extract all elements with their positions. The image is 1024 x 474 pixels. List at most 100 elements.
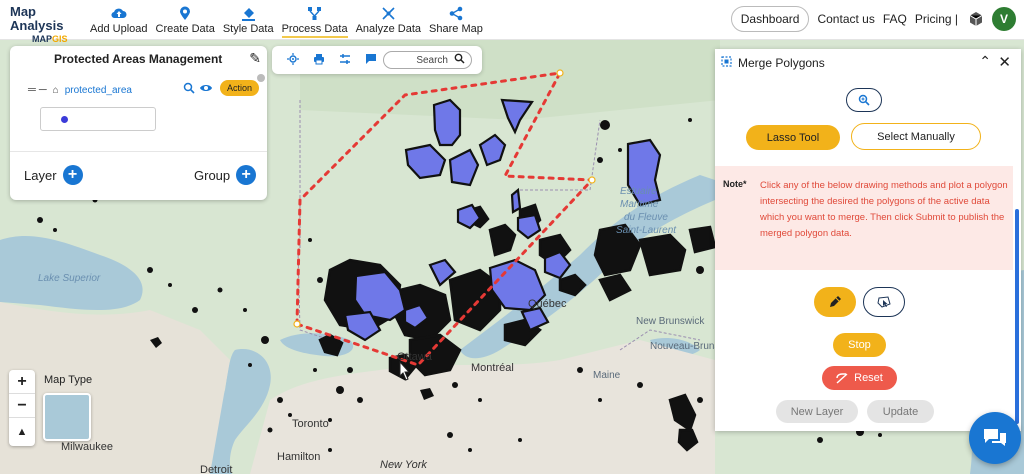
search-label: Search [416, 54, 448, 66]
label-saint-laurent: Saint-Laurent [616, 225, 677, 236]
note-box: Note* Click any of the below drawing met… [715, 166, 1013, 270]
merge-panel-header: Merge Polygons [721, 56, 825, 70]
logo-sub-suffix: GIS [52, 34, 68, 44]
reset-label: Reset [854, 372, 883, 384]
label-ottawa: Ottawa [397, 351, 432, 363]
label-new-brunswick: New Brunswick [636, 316, 705, 327]
target-icon[interactable] [280, 52, 306, 68]
nav-add-upload[interactable]: Add Upload [86, 4, 152, 38]
label-toronto: Toronto [292, 418, 329, 430]
close-icon[interactable]: ✕ [998, 53, 1011, 71]
nav-process-data-label: Process Data [281, 22, 348, 38]
reset-icon [836, 372, 848, 384]
contact-link[interactable]: Contact us [817, 12, 874, 26]
add-group-label: Group [194, 167, 231, 183]
zoom-to-layer-icon[interactable] [183, 82, 195, 97]
panel-scrollbar[interactable] [1015, 209, 1019, 424]
label-maine: Maine [593, 370, 621, 381]
pricing-link[interactable]: Pricing | [915, 12, 958, 26]
select-manually-button[interactable]: Select Manually [851, 123, 981, 150]
polygon-layer-icon: ⌂ [52, 84, 59, 96]
avatar[interactable]: V [992, 7, 1016, 31]
drag-handle-icon[interactable]: ═ ─ [28, 84, 47, 96]
update-button[interactable]: Update [867, 400, 934, 423]
compass-icon[interactable]: ▲ [9, 418, 35, 446]
stop-button[interactable]: Stop [833, 333, 886, 357]
comment-icon[interactable] [358, 53, 384, 68]
map-toolbar: Search [272, 46, 482, 74]
nav-process-data[interactable]: Process Data [278, 4, 352, 38]
visibility-eye-icon[interactable] [199, 82, 213, 96]
cloud-upload-icon [111, 4, 127, 22]
nav-add-upload-label: Add Upload [90, 23, 148, 35]
share-icon [449, 4, 463, 22]
merge-icon [721, 56, 732, 70]
label-montreal: Montréal [471, 362, 514, 374]
nav-analyze-data-label: Analyze Data [355, 23, 422, 35]
label-hamilton: Hamilton [277, 451, 321, 463]
add-layer-control[interactable]: Layer + [24, 165, 83, 185]
chat-support-button[interactable] [969, 412, 1021, 464]
measure-icon[interactable] [332, 53, 358, 68]
layer-row[interactable]: ═ ─ ⌂ protected_area Action [28, 74, 265, 97]
map-type-thumbnail[interactable] [43, 393, 91, 441]
paint-bucket-icon [241, 4, 256, 22]
label-estuaire: Estuaire [620, 186, 657, 197]
label-milwaukee: Milwaukee [61, 441, 113, 453]
collapse-chevron-icon[interactable]: ⌃ [979, 53, 991, 70]
new-layer-button[interactable]: New Layer [776, 400, 858, 423]
layer-style-swatch[interactable] [40, 107, 156, 131]
analyze-icon [381, 4, 396, 22]
logo[interactable]: Map Analysis MAPGIS [10, 5, 82, 45]
panel-divider [10, 151, 267, 152]
add-layer-label: Layer [24, 167, 57, 183]
reset-button[interactable]: Reset [822, 366, 897, 390]
app-root: Map Analysis MAPGIS Add Upload Create Da… [0, 0, 1024, 474]
logo-title: Map Analysis [10, 4, 64, 33]
search-icon [454, 53, 465, 67]
logo-sub-prefix: MAP [32, 34, 52, 44]
add-group-control[interactable]: Group + [194, 165, 257, 185]
top-navbar: Map Analysis MAPGIS Add Upload Create Da… [0, 0, 1024, 44]
zoom-out-button[interactable]: − [9, 394, 35, 418]
nav-style-data[interactable]: Style Data [219, 4, 278, 38]
remove-layer-icon[interactable] [257, 74, 265, 82]
print-icon[interactable] [306, 53, 332, 68]
map-pin-icon [179, 4, 191, 22]
nav-create-data[interactable]: Create Data [152, 4, 219, 38]
merge-polygons-panel: Merge Polygons ⌃ ✕ Lasso Tool Select Man… [715, 49, 1021, 431]
note-label: Note* [723, 179, 747, 189]
label-maritime: Maritime [620, 199, 659, 210]
add-group-plus-icon[interactable]: + [236, 165, 257, 185]
polygon-draw-button[interactable] [863, 287, 905, 317]
nav-style-data-label: Style Data [222, 23, 274, 35]
add-layer-plus-icon[interactable]: + [62, 165, 83, 185]
layer-name[interactable]: protected_area [65, 85, 132, 96]
pen-icon [830, 296, 841, 307]
action-button[interactable]: Action [220, 80, 260, 96]
freehand-draw-button[interactable] [814, 287, 856, 317]
faq-link[interactable]: FAQ [883, 12, 907, 26]
nav-menu: Add Upload Create Data Style Data Proces… [86, 4, 487, 38]
polygon-cursor-icon [877, 296, 891, 308]
lasso-tool-button[interactable]: Lasso Tool [746, 125, 840, 150]
search-button[interactable]: Search [383, 51, 472, 69]
style-dot [61, 116, 68, 123]
dashboard-button[interactable]: Dashboard [730, 6, 810, 32]
label-detroit: Detroit [200, 464, 233, 474]
label-lake-superior: Lake Superior [38, 273, 101, 284]
chat-icon [984, 429, 1006, 446]
nav-share-map[interactable]: Share Map [425, 4, 487, 38]
note-text: Click any of the below drawing methods a… [760, 180, 1008, 239]
zoom-in-button[interactable]: + [9, 370, 35, 394]
nav-analyze-data[interactable]: Analyze Data [352, 4, 425, 38]
zoom-controls: + − ▲ [9, 370, 35, 446]
label-du-fleuve: du Fleuve [624, 212, 668, 223]
zoom-selection-button[interactable] [846, 88, 882, 112]
process-nodes-icon [307, 4, 322, 22]
cube-icon[interactable] [968, 11, 984, 27]
label-quebec: Québec [528, 298, 567, 310]
nav-right: Dashboard Contact us FAQ Pricing | V [730, 6, 1016, 32]
edit-pencil-icon[interactable]: ✎ [249, 50, 261, 67]
merge-panel-title: Merge Polygons [738, 56, 825, 70]
